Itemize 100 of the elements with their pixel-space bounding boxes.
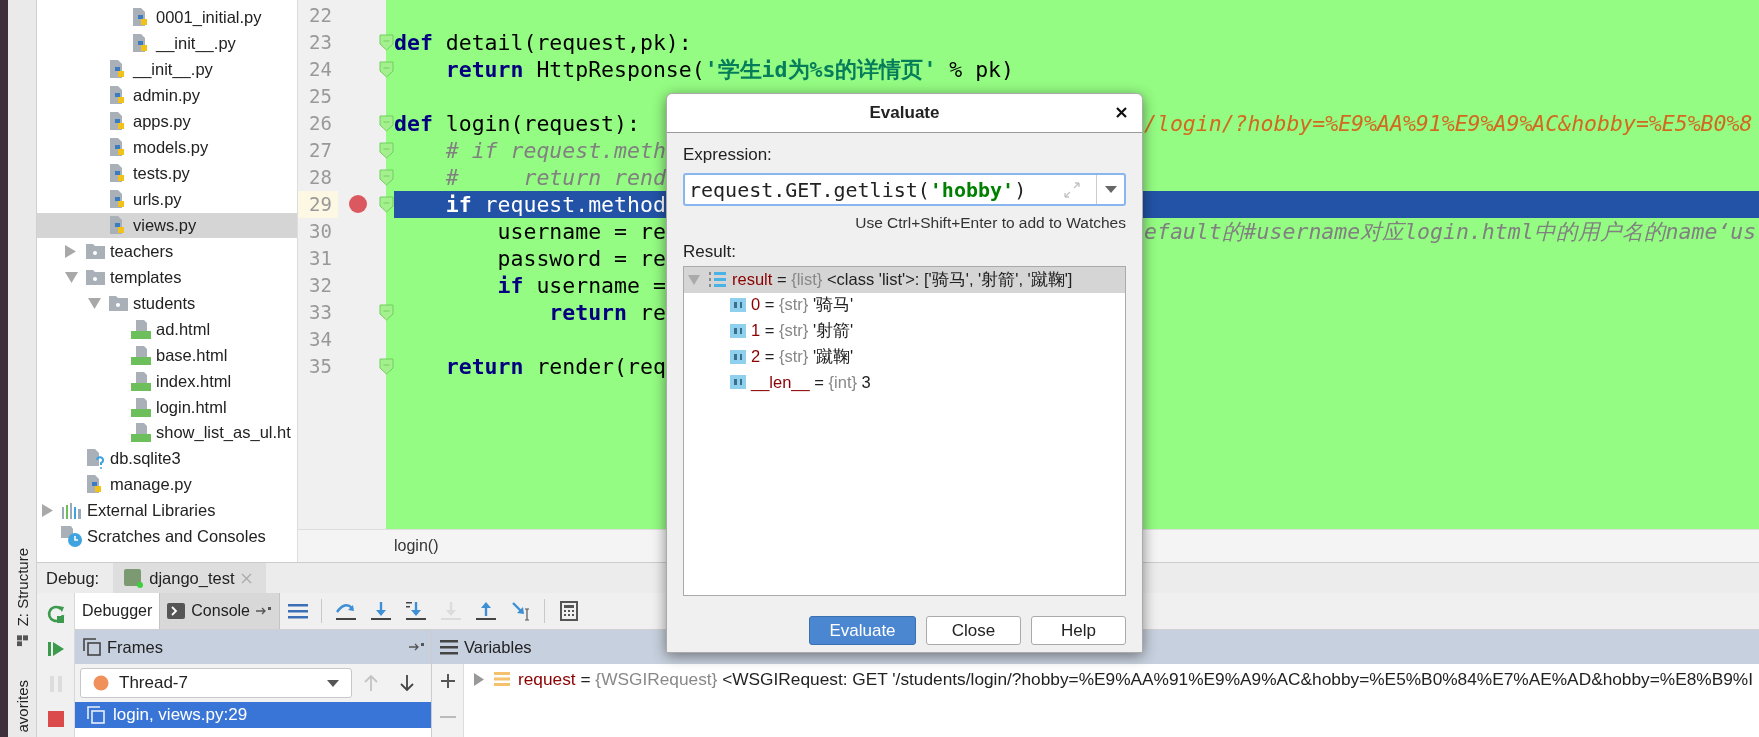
pin-icon (256, 606, 272, 616)
hint-text: Use Ctrl+Shift+Enter to add to Watches (855, 214, 1126, 232)
pin-icon[interactable] (409, 642, 425, 652)
tree-item[interactable]: ad.html (37, 316, 297, 343)
fold-marker-icon[interactable] (378, 303, 394, 321)
html-file-icon (131, 371, 151, 391)
frames-icon (83, 638, 101, 656)
tree-item[interactable]: login.html (37, 394, 297, 420)
expand-icon[interactable] (1064, 181, 1080, 198)
html-file-icon (131, 397, 151, 417)
value-icon (730, 375, 746, 390)
tree-item[interactable]: External Libraries (37, 497, 297, 524)
fold-marker-icon[interactable] (378, 195, 394, 213)
tree-item[interactable]: show_list_as_ul.ht (37, 420, 297, 446)
dialog-button[interactable]: Evaluate (809, 616, 916, 645)
tree-item[interactable]: Scratches and Consoles (37, 523, 297, 550)
collapse-arrow-icon[interactable] (65, 271, 78, 283)
python-file-icon (109, 215, 127, 235)
code-text: if username = (496, 271, 666, 299)
value-icon (730, 298, 746, 313)
tree-item[interactable]: 0001_initial.py (37, 5, 297, 31)
fold-marker-icon[interactable] (378, 141, 394, 159)
fold-marker-icon[interactable] (378, 60, 394, 78)
python-file-icon (86, 475, 104, 495)
collapse-arrow-icon[interactable] (88, 297, 101, 309)
close-button[interactable] (1116, 107, 1128, 119)
code-comment: efault的#username对应login.html中的用户名的name‘us (1144, 217, 1758, 245)
tool-window-tab[interactable]: avorites (8, 676, 36, 737)
rerun-icon (45, 604, 66, 624)
frame-icon (87, 706, 105, 724)
expand-arrow-icon[interactable] (42, 504, 53, 518)
python-file-icon (109, 138, 127, 158)
close-icon[interactable] (240, 572, 252, 584)
tool-window-tab[interactable]: Z: Structure (8, 544, 36, 651)
view-tab[interactable]: Console (160, 593, 280, 629)
minus-icon (439, 716, 456, 718)
code-text: def login(request): (394, 109, 640, 137)
stack-frame[interactable]: login, views.py:29 (75, 702, 431, 728)
expression-field[interactable]: request.GET.getlist('hobby') (683, 173, 1126, 206)
tree-item[interactable]: tests.py (37, 160, 297, 187)
folder-icon (85, 243, 105, 259)
tree-item[interactable]: db.sqlite3 (37, 445, 297, 472)
scratches-icon (61, 525, 83, 548)
tree-item[interactable]: __init__.py (37, 30, 297, 57)
console-icon (167, 603, 186, 619)
code-text: return render(req (444, 352, 666, 380)
tree-item[interactable]: templates (37, 264, 297, 291)
object-icon (494, 671, 510, 687)
run-config-tab[interactable]: django_test (113, 563, 266, 593)
caret-icon (1104, 186, 1117, 193)
result-tree-item[interactable]: 2 = {str} '蹴鞠' (684, 343, 1125, 370)
code-text: password = re (496, 244, 666, 272)
code-comment: /login/?hobby=%E9%AA%91%E9%A9%AC&hobby=%E5%B0%8 (1144, 109, 1754, 137)
result-tree-item[interactable]: result = {list} <class 'list'>: ['骑马', '射箭', '蹴鞠'] (684, 267, 1125, 293)
thread-dropdown[interactable]: Thread-7 (80, 668, 352, 698)
tree-item[interactable]: students (37, 290, 297, 317)
libraries-icon (62, 502, 82, 519)
code-text: return re (548, 298, 666, 326)
dialog-button[interactable]: Help (1031, 616, 1126, 645)
tree-item[interactable]: admin.py (37, 82, 297, 109)
expand-arrow-icon[interactable] (474, 672, 484, 686)
tree-item[interactable]: views.py (37, 212, 297, 239)
fold-marker-icon[interactable] (378, 33, 394, 51)
fold-marker-icon[interactable] (378, 357, 394, 375)
breakpoint-icon[interactable] (348, 194, 368, 214)
tree-item[interactable]: manage.py (37, 471, 297, 498)
fold-marker-icon[interactable] (378, 168, 394, 186)
expand-arrow-icon[interactable] (65, 244, 76, 258)
tree-item[interactable]: apps.py (37, 108, 297, 135)
tree-item[interactable]: __init__.py (37, 56, 297, 83)
tree-item[interactable]: teachers (37, 238, 297, 265)
debug-label: Debug: (46, 568, 100, 588)
tree-item[interactable]: models.py (37, 134, 297, 161)
html-file-icon (131, 423, 151, 443)
fold-marker-icon[interactable] (378, 114, 394, 132)
value-icon (730, 324, 746, 338)
result-tree-item[interactable]: 0 = {str} '骑马' (684, 292, 1125, 319)
dialog-button[interactable]: Close (926, 616, 1021, 645)
code-text: if request.method (444, 190, 666, 218)
collapse-arrow-icon[interactable] (688, 274, 700, 285)
folder-icon (85, 269, 105, 285)
python-file-icon (109, 86, 127, 106)
code-text: username = re (496, 217, 666, 245)
tree-item[interactable]: urls.py (37, 186, 297, 213)
tree-item[interactable]: index.html (37, 368, 297, 395)
up-arrow-icon (363, 674, 379, 692)
line-number: 29 (298, 190, 338, 218)
plus-icon (439, 673, 456, 689)
tree-item[interactable]: base.html (37, 342, 297, 369)
breadcrumb-item[interactable]: login() (394, 537, 439, 555)
field-label: Result: (683, 242, 737, 262)
value-icon (730, 349, 746, 364)
result-tree-item[interactable]: __len__ = {int} 3 (684, 369, 1125, 395)
code-text: # if request.meth (444, 136, 666, 164)
list-icon (709, 270, 727, 289)
result-tree-item[interactable]: 1 = {str} '射箭' (684, 318, 1125, 344)
view-tab[interactable]: Debugger (75, 593, 161, 629)
html-file-icon (131, 345, 151, 365)
python-file-icon (132, 8, 150, 28)
python-file-icon (109, 164, 127, 184)
